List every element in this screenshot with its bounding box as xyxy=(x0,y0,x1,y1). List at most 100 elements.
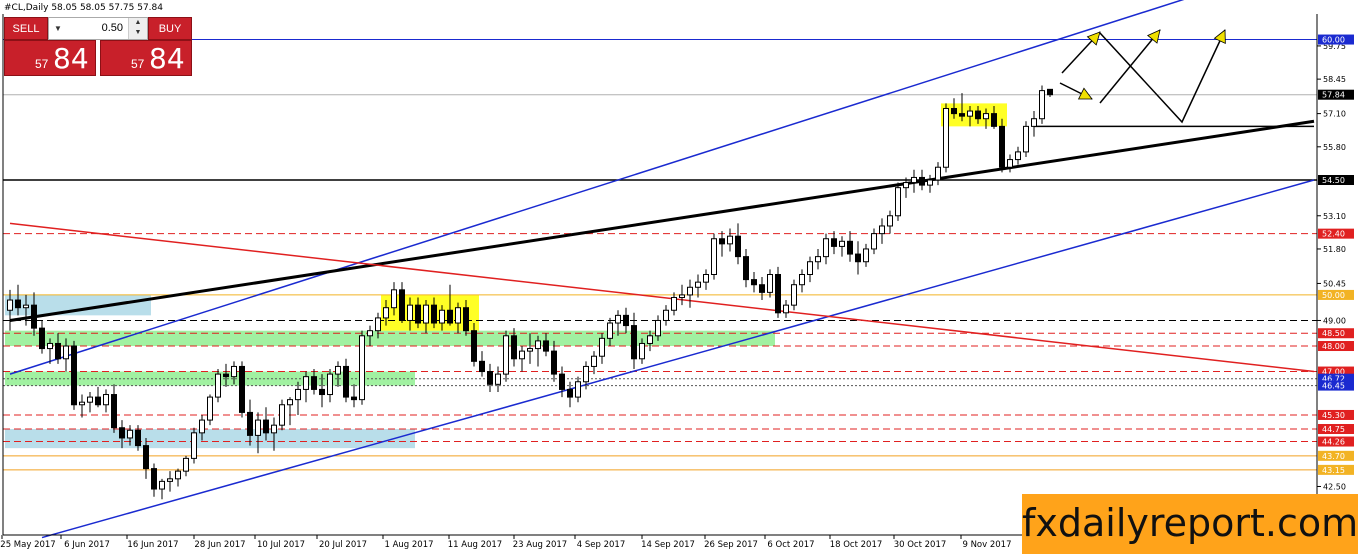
candle-body xyxy=(303,376,309,390)
candle-body xyxy=(663,309,669,321)
candle-body xyxy=(895,187,901,217)
sell-button[interactable]: SELL xyxy=(4,17,48,40)
quantity-field[interactable]: ▼ 0.50 ▲ ▼ xyxy=(48,17,148,40)
candle-body xyxy=(767,274,773,293)
buy-button[interactable]: BUY xyxy=(148,17,192,40)
candle-body xyxy=(743,256,749,281)
candle-body xyxy=(87,396,93,403)
price-badge-label: 48.00 xyxy=(1322,342,1345,351)
candle-body xyxy=(687,286,693,296)
price-tick-label: 53.10 xyxy=(1323,212,1346,221)
candle-body xyxy=(231,365,237,378)
watermark-banner: fxdailyreport.com xyxy=(1022,494,1358,554)
time-tick-label: 10 Jul 2017 xyxy=(257,540,305,550)
price-badge-label: 43.15 xyxy=(1322,466,1345,475)
buy-price-button[interactable]: 57 84 xyxy=(100,40,192,76)
candle-body xyxy=(935,166,941,181)
candle-body xyxy=(991,113,997,127)
zone-rect xyxy=(941,103,1007,127)
time-tick-label: 16 Jun 2017 xyxy=(127,540,178,550)
price-tick-label: 49.00 xyxy=(1323,316,1346,325)
price-badge-label: 44.26 xyxy=(1322,438,1345,447)
one-click-trading-panel: SELL ▼ 0.50 ▲ ▼ BUY 57 84 57 84 xyxy=(4,17,192,76)
candle-body xyxy=(295,388,301,401)
candle-body xyxy=(63,345,69,360)
candle-body xyxy=(511,335,517,360)
price-badge-label: 54.50 xyxy=(1322,176,1345,185)
chevron-down-icon[interactable]: ▼ xyxy=(51,18,65,39)
candle-body xyxy=(623,314,629,327)
candle-body xyxy=(527,348,533,352)
price-badge-label: 50.00 xyxy=(1322,291,1345,300)
candle-body xyxy=(207,396,213,421)
candle-body xyxy=(55,342,61,360)
candle-body xyxy=(591,355,597,367)
candle-body xyxy=(359,335,365,401)
candle-body xyxy=(503,335,509,375)
sell-price-button[interactable]: 57 84 xyxy=(4,40,96,76)
zone-rect xyxy=(5,371,415,386)
buy-price-big: 84 xyxy=(149,42,185,75)
candle-body xyxy=(223,373,229,378)
stepper-up-icon[interactable]: ▲ xyxy=(129,18,147,28)
candle-body xyxy=(471,330,477,362)
candle-body xyxy=(351,396,357,401)
time-tick-label: 23 Aug 2017 xyxy=(513,540,567,550)
candle-body xyxy=(119,427,125,439)
price-badge-label: 60.00 xyxy=(1322,36,1345,45)
candle-body xyxy=(375,317,381,332)
time-tick-label: 6 Oct 2017 xyxy=(767,540,814,550)
candle-body xyxy=(983,113,989,120)
candle-body xyxy=(615,314,621,324)
chart-header: #CL,Daily 58.05 58.05 57.75 57.84 xyxy=(4,3,163,13)
time-tick-label: 28 Jun 2017 xyxy=(194,540,245,550)
candle-body xyxy=(727,235,733,245)
candle-body xyxy=(495,373,501,385)
candle-body xyxy=(279,404,285,426)
price-badge-label: 52.40 xyxy=(1322,230,1345,239)
candle-body xyxy=(791,284,797,306)
price-badge-label: 46.45 xyxy=(1322,382,1345,391)
price-chart[interactable]: 59.7558.4557.1055.8053.1051.8050.4549.00… xyxy=(0,0,1358,554)
candle-body xyxy=(703,274,709,283)
candle-body xyxy=(423,304,429,324)
candle-body xyxy=(159,480,165,490)
candle-body xyxy=(455,307,461,324)
candle-body xyxy=(95,396,101,406)
price-tick-label: 57.10 xyxy=(1323,110,1346,119)
price-tick-label: 58.45 xyxy=(1323,75,1346,84)
time-tick-label: 30 Oct 2017 xyxy=(894,540,947,550)
quantity-value[interactable]: 0.50 xyxy=(102,18,123,39)
watermark-text: fxdailyreport.com xyxy=(1022,501,1358,545)
quantity-stepper[interactable]: ▲ ▼ xyxy=(128,18,147,39)
candle-body xyxy=(391,289,397,309)
time-tick-label: 20 Jul 2017 xyxy=(319,540,367,550)
candle-body xyxy=(559,373,565,390)
candle-body xyxy=(487,371,493,385)
candle-body xyxy=(911,176,917,184)
candle-body xyxy=(647,335,653,344)
candle-body xyxy=(399,289,405,321)
time-tick-label: 25 May 2017 xyxy=(0,540,55,550)
candle-body xyxy=(167,478,173,482)
price-tick-label: 50.45 xyxy=(1323,279,1346,288)
candle-body xyxy=(735,235,741,258)
candle-body xyxy=(1047,88,1053,96)
candle-body xyxy=(903,182,909,189)
candle-body xyxy=(463,307,469,332)
candle-body xyxy=(783,304,789,314)
time-tick-label: 6 Jun 2017 xyxy=(64,540,110,550)
candle-body xyxy=(975,110,981,120)
stepper-down-icon[interactable]: ▼ xyxy=(129,28,147,38)
price-badge-label: 43.70 xyxy=(1322,452,1345,461)
candle-body xyxy=(255,419,261,436)
candle-body xyxy=(319,388,325,396)
candle-body xyxy=(951,107,957,115)
candle-body xyxy=(191,432,197,459)
candle-body xyxy=(855,253,861,263)
candle-body xyxy=(439,309,445,324)
time-tick-label: 1 Aug 2017 xyxy=(384,540,433,550)
price-tick-label: 51.80 xyxy=(1323,245,1346,254)
candle-body xyxy=(103,394,109,406)
candle-body xyxy=(567,388,573,398)
